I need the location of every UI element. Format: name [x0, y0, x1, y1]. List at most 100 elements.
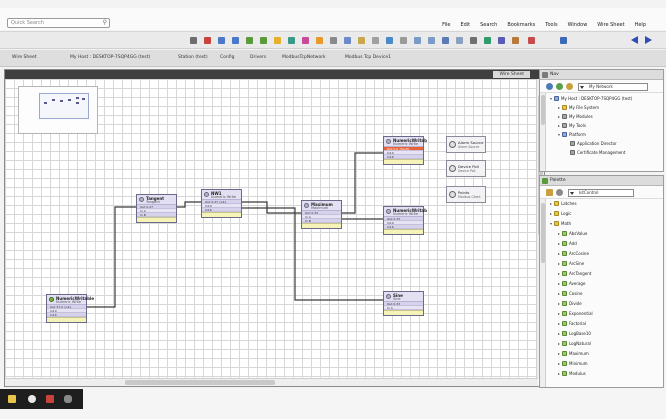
wire-tangent-to-nw1[interactable]	[175, 201, 201, 208]
palette-item[interactable]: ▸ Divide	[558, 300, 582, 308]
palette-item[interactable]: ▸ Minimum	[558, 360, 588, 368]
save-icon[interactable]	[442, 37, 449, 44]
overview-minimap[interactable]	[18, 86, 98, 134]
node-slot-in-a[interactable]: In A	[384, 306, 423, 310]
palette-item[interactable]: ▸ Exponential	[558, 310, 593, 318]
refresh-icon[interactable]	[556, 83, 563, 90]
wire-maximum-to-top[interactable]	[341, 152, 383, 214]
palette-scrollbar[interactable]	[540, 199, 546, 387]
tree-item[interactable]: Certificate Management	[566, 149, 625, 157]
folder-icon[interactable]	[8, 395, 16, 403]
nav-root-select[interactable]: My Network	[578, 83, 648, 91]
tag-icon[interactable]	[512, 37, 519, 44]
menu-bookmarks[interactable]: Bookmarks	[507, 22, 535, 28]
link-icon[interactable]	[288, 37, 295, 44]
arrow-right-icon[interactable]	[260, 37, 267, 44]
palette-item[interactable]: ▸ ArcCosine	[558, 250, 589, 258]
palette-select[interactable]: kitControl	[568, 189, 634, 197]
sine-node[interactable]: Sine Sine Out 0.33 In A	[383, 291, 424, 316]
tree-item[interactable]: ▸ My Tools	[558, 122, 586, 130]
palette-item[interactable]: ▸ Modulus	[558, 370, 586, 378]
breadcrumb-drivers[interactable]: Drivers	[250, 55, 266, 60]
palette-item[interactable]: ▸ Factorial	[558, 320, 586, 328]
palette-item[interactable]: ▸ Maximum	[558, 350, 589, 358]
zoom-in-icon[interactable]	[218, 37, 225, 44]
horizontal-scrollbar[interactable]	[5, 378, 538, 386]
menu-help[interactable]: Help	[635, 22, 646, 28]
duplicate-icon[interactable]	[386, 37, 393, 44]
tree-item[interactable]: ▾ My Host : DESKTOP-7SQP4GG (test)	[550, 95, 632, 103]
palette-item[interactable]: ▸ Latches	[550, 200, 577, 208]
zoom-out-icon[interactable]	[232, 37, 239, 44]
palette-item[interactable]: ▸ Average	[558, 280, 585, 288]
quick-search-input[interactable]: Quick Search ⚲	[7, 18, 110, 28]
node-slot-in16[interactable]: In16	[384, 155, 423, 159]
palette-item[interactable]: ▸ ArcSine	[558, 260, 584, 268]
wire-numeric-to-tangent[interactable]	[87, 206, 136, 308]
breadcrumb-host[interactable]: My Host : DESKTOP-7SQP4GG (test)	[70, 55, 150, 60]
numeric-writable-right-node[interactable]: NumericWritab Numeric Write Out 0.33 In1…	[383, 206, 427, 235]
palette-item[interactable]: ▾ Math	[550, 220, 571, 228]
menu-tools[interactable]: Tools	[545, 22, 557, 28]
close-icon[interactable]	[528, 37, 535, 44]
breadcrumb-network[interactable]: ModbusTcpNetwork	[282, 55, 326, 60]
bookmark-icon[interactable]	[274, 37, 281, 44]
palette-item[interactable]: ▸ ArcTangent	[558, 270, 591, 278]
palette-item[interactable]: ▸ AbsValue	[558, 230, 587, 238]
maximum-node[interactable]: Maximum Maximum Out 0.33 In A In B	[301, 200, 342, 229]
palette-item[interactable]: ▸ Logic	[550, 210, 571, 218]
nw1-node[interactable]: NW1 Numeric Write Out 0.27 {ok} In10 In1…	[201, 189, 242, 218]
doc-icon[interactable]	[64, 395, 72, 403]
node-slot-in16[interactable]: In16	[47, 313, 86, 317]
menu-search[interactable]: Search	[480, 22, 497, 28]
nav-scrollbar[interactable]	[540, 93, 546, 171]
browser-icon[interactable]	[28, 395, 36, 403]
folder-icon[interactable]	[566, 83, 573, 90]
node-slot-in-b[interactable]: In B	[302, 219, 341, 223]
copy-icon[interactable]	[344, 37, 351, 44]
device-poll-block[interactable]: Device Poll Device Poll	[446, 160, 486, 177]
breadcrumb-view[interactable]: Wire Sheet	[12, 55, 37, 60]
overview-viewport[interactable]	[39, 93, 89, 119]
node-slot-in16[interactable]: In16	[384, 225, 423, 229]
tangent-node[interactable]: Tangent Tangent Out 0.27 In A In B	[136, 194, 177, 223]
shield-icon[interactable]	[46, 395, 54, 403]
alarm-source-block[interactable]: Alarm Source Alarm Source	[446, 136, 486, 153]
nav-scroll-thumb[interactable]	[541, 95, 545, 125]
record-icon[interactable]	[204, 37, 211, 44]
node-slot-in16[interactable]: In16	[202, 208, 241, 212]
forward-history-icon[interactable]	[560, 37, 567, 44]
gear-icon[interactable]	[470, 37, 477, 44]
breadcrumb-device[interactable]: Modbus Tcp Device1	[345, 55, 391, 60]
cut-icon[interactable]	[372, 37, 379, 44]
record-marker-icon[interactable]	[302, 37, 309, 44]
lightbulb-icon[interactable]	[316, 37, 323, 44]
palette-item[interactable]: ▸ LogNatural	[558, 340, 591, 348]
numeric-writable-fault-node[interactable]: NumericWritab Numeric Write Out 0.0 {fau…	[383, 136, 427, 165]
numeric-writable-node[interactable]: NumericWritable Numeric Write Out 37.0 {…	[46, 294, 94, 323]
palette-item[interactable]: ▸ Cosine	[558, 290, 582, 298]
palette-item[interactable]: ▸ LogBase10	[558, 330, 591, 338]
tree-item[interactable]: ▾ Platform	[558, 131, 586, 139]
home-icon[interactable]	[546, 83, 553, 90]
delete-icon[interactable]	[400, 37, 407, 44]
tree-item[interactable]: Application Director	[566, 140, 617, 148]
redo-icon[interactable]	[428, 37, 435, 44]
tree-item[interactable]: ▸ My File System	[558, 104, 599, 112]
horizontal-scroll-thumb[interactable]	[125, 380, 275, 385]
back-icon[interactable]	[631, 36, 638, 44]
menu-edit[interactable]: Edit	[460, 22, 470, 28]
breadcrumb-config[interactable]: Config	[220, 55, 234, 60]
menu-file[interactable]: File	[442, 22, 450, 28]
home-icon[interactable]	[484, 37, 491, 44]
open-palette-icon[interactable]	[546, 189, 553, 196]
menu-window[interactable]: Window	[568, 22, 588, 28]
canvas-tab[interactable]: Wire Sheet	[493, 71, 530, 78]
print-icon[interactable]	[330, 37, 337, 44]
points-block[interactable]: Points Modbus Client	[446, 186, 486, 203]
palette-item[interactable]: ▸ Add	[558, 240, 577, 248]
breadcrumb-station[interactable]: Station (test)	[178, 55, 208, 60]
arrow-left-icon[interactable]	[246, 37, 253, 44]
menu-wire-sheet[interactable]: Wire Sheet	[597, 22, 624, 28]
refresh-icon[interactable]	[456, 37, 463, 44]
